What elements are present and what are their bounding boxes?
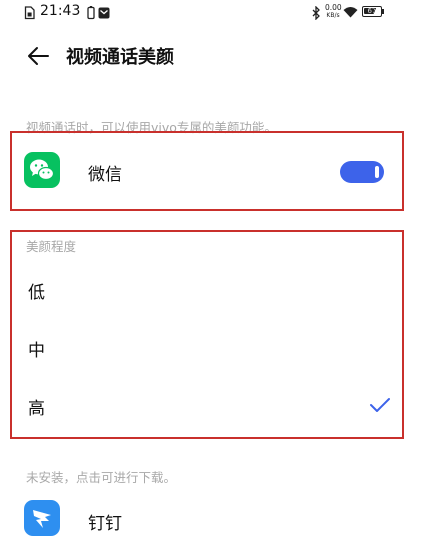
level-option-label: 低: [28, 283, 45, 303]
network-speed-unit: KB/s: [326, 12, 340, 19]
network-speed: 0.00 KB/s: [325, 3, 342, 20]
dingtalk-label[interactable]: 钉钉: [88, 509, 122, 534]
wechat-icon: [24, 152, 60, 188]
wechat-beauty-toggle[interactable]: [340, 161, 384, 183]
level-option-medium[interactable]: 中: [12, 323, 402, 373]
level-option-low[interactable]: 低: [12, 265, 402, 315]
page-title: 视频通话美颜: [66, 47, 174, 68]
beauty-level-title: 美颜程度: [26, 239, 77, 254]
battery-level: 67: [367, 7, 377, 15]
sim-card-icon: [24, 6, 35, 20]
network-speed-value: 0.00: [325, 3, 342, 12]
battery-cap: [382, 9, 384, 14]
header: 视频通话美颜: [0, 30, 439, 82]
dingtalk-icon[interactable]: [24, 500, 60, 536]
wechat-label: 微信: [88, 165, 122, 185]
bluetooth-icon: [312, 6, 320, 20]
battery-saver-icon: [87, 6, 95, 20]
wechat-logo: [30, 159, 55, 181]
message-icon: [98, 7, 110, 19]
uninstalled-hint: 未安装，点击可进行下载。: [26, 470, 177, 485]
level-option-label: 高: [28, 399, 45, 419]
level-option-high[interactable]: 高: [12, 381, 402, 431]
arrow-left-icon: [28, 47, 49, 65]
battery-icon: 67: [362, 6, 382, 17]
back-button[interactable]: [24, 42, 54, 70]
toggle-knob: [375, 166, 379, 178]
dingtalk-logo: [33, 510, 51, 528]
wifi-icon: [343, 7, 358, 18]
checkmark-icon: [370, 398, 390, 412]
level-option-label: 中: [28, 341, 45, 361]
status-bar: 21:43 0.00 KB/s 67: [0, 0, 439, 26]
status-time: 21:43: [40, 3, 81, 19]
